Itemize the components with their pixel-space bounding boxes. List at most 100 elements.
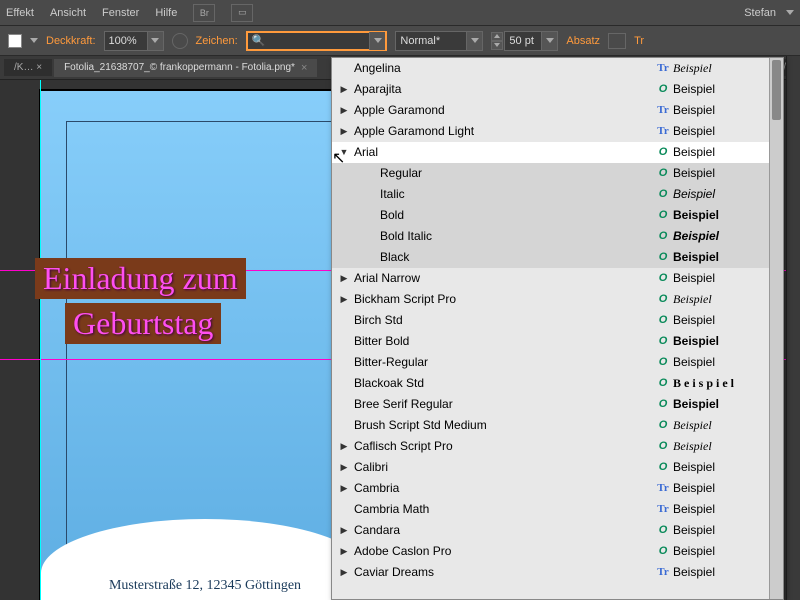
font-size-stepper[interactable] — [491, 31, 558, 51]
font-style-input[interactable] — [396, 35, 466, 47]
font-option[interactable]: BlackOBeispiel — [332, 247, 783, 268]
font-search-input[interactable] — [269, 35, 369, 47]
font-option[interactable]: ▶Apple Garamond LightTrBeispiel — [332, 121, 783, 142]
font-option[interactable]: ▶CandaraOBeispiel — [332, 520, 783, 541]
font-name-label: Adobe Caslon Pro — [352, 544, 653, 558]
font-dropdown-list[interactable]: AngelinaTrBeispiel▶AparajitaOBeispiel▶Ap… — [331, 57, 784, 600]
font-sample: Beispiel — [673, 439, 783, 454]
font-option[interactable]: Cambria MathTrBeispiel — [332, 499, 783, 520]
transform-label[interactable]: Tr — [634, 35, 644, 47]
paragraph-label[interactable]: Absatz — [566, 35, 600, 47]
frame-rect — [66, 121, 344, 584]
menu-effekt[interactable]: Effekt — [6, 7, 34, 19]
font-sample: Beispiel — [673, 502, 783, 516]
font-name-label: Bitter-Regular — [352, 355, 653, 369]
font-option[interactable]: ▶Adobe Caslon ProOBeispiel — [332, 541, 783, 562]
font-name-label: Apple Garamond Light — [352, 124, 653, 138]
close-icon[interactable]: × — [301, 62, 307, 74]
font-name-label: Arial Narrow — [352, 271, 653, 285]
font-sample: Beispiel — [673, 61, 783, 76]
font-option[interactable]: RegularOBeispiel — [332, 163, 783, 184]
font-sample: Beispiel — [673, 565, 783, 579]
bridge-icon[interactable]: Br — [193, 4, 215, 22]
font-option[interactable]: Bold ItalicOBeispiel — [332, 226, 783, 247]
truetype-icon: Tr — [653, 62, 673, 74]
font-option[interactable]: ItalicOBeispiel — [332, 184, 783, 205]
style-dropdown-button[interactable] — [466, 32, 482, 50]
font-name-label: Apple Garamond — [352, 103, 653, 117]
font-size-input[interactable] — [505, 35, 541, 47]
menu-ansicht[interactable]: Ansicht — [50, 7, 86, 19]
opacity-combo[interactable] — [104, 31, 164, 51]
panel-icon[interactable] — [608, 33, 626, 49]
font-option[interactable]: Bitter BoldOBeispiel — [332, 331, 783, 352]
user-menu[interactable]: Stefan — [744, 7, 776, 19]
font-name-label: Italic — [352, 187, 653, 201]
fill-swatch[interactable] — [8, 34, 22, 48]
font-family-combo[interactable]: 🔍 — [246, 31, 388, 51]
expand-arrow-icon: ▶ — [336, 294, 352, 305]
opentype-icon: O — [653, 335, 673, 347]
font-sample: Beispiel — [673, 145, 783, 159]
font-dropdown-button[interactable] — [369, 32, 385, 50]
font-sample: Beispiel — [673, 544, 783, 558]
expand-arrow-icon: ▶ — [336, 273, 352, 284]
font-option[interactable]: ▶CalibriOBeispiel — [332, 457, 783, 478]
font-name-label: Aparajita — [352, 82, 653, 96]
font-sample: Beispiel — [673, 250, 783, 264]
font-option[interactable]: ▶CambriaTrBeispiel — [332, 478, 783, 499]
truetype-icon: Tr — [653, 125, 673, 137]
font-sample: Beispiel — [673, 376, 783, 391]
opacity-dropdown-button[interactable] — [147, 32, 163, 50]
control-bar: Deckkraft: Zeichen: 🔍 Absatz Tr — [0, 26, 800, 56]
font-option[interactable]: ▶Arial NarrowOBeispiel — [332, 268, 783, 289]
opacity-label: Deckkraft: — [46, 35, 96, 47]
font-sample: Beispiel — [673, 271, 783, 285]
font-option[interactable]: Blackoak StdOBeispiel — [332, 373, 783, 394]
font-option[interactable]: Birch StdOBeispiel — [332, 310, 783, 331]
font-name-label: Candara — [352, 523, 653, 537]
font-name-label: Cambria Math — [352, 502, 653, 516]
headline-text[interactable]: Einladung zum Geburtstag — [35, 258, 246, 348]
font-sample: Beispiel — [673, 523, 783, 537]
headline-line2: Geburtstag — [65, 303, 221, 344]
opacity-input[interactable] — [105, 35, 147, 47]
target-icon[interactable] — [172, 33, 188, 49]
font-option[interactable]: Brush Script Std MediumOBeispiel — [332, 415, 783, 436]
scrollbar-thumb[interactable] — [772, 60, 781, 120]
font-option[interactable]: ▶Caviar DreamsTrBeispiel — [332, 562, 783, 583]
font-option[interactable]: AngelinaTrBeispiel — [332, 58, 783, 79]
headline-line1: Einladung zum — [35, 258, 246, 299]
chevron-down-icon[interactable] — [30, 38, 38, 43]
font-name-label: Angelina — [352, 61, 653, 75]
truetype-icon: Tr — [653, 482, 673, 494]
expand-arrow-icon: ▶ — [336, 462, 352, 473]
font-option[interactable]: ▶Caflisch Script ProOBeispiel — [332, 436, 783, 457]
font-option[interactable]: ▼ArialOBeispiel — [332, 142, 783, 163]
font-option[interactable]: BoldOBeispiel — [332, 205, 783, 226]
font-option[interactable]: ▶Bickham Script ProOBeispiel — [332, 289, 783, 310]
font-sample: Beispiel — [673, 166, 783, 180]
menu-fenster[interactable]: Fenster — [102, 7, 139, 19]
font-name-label: Cambria — [352, 481, 653, 495]
font-style-combo[interactable] — [395, 31, 483, 51]
font-option[interactable]: Bree Serif RegularOBeispiel — [332, 394, 783, 415]
font-option[interactable]: ▶Apple GaramondTrBeispiel — [332, 100, 783, 121]
font-option[interactable]: ▶AparajitaOBeispiel — [332, 79, 783, 100]
font-option[interactable]: Bitter-RegularOBeispiel — [332, 352, 783, 373]
search-icon: 🔍 — [248, 34, 270, 47]
font-name-label: Regular — [352, 166, 653, 180]
tab-doc1[interactable]: /K… × — [4, 59, 52, 76]
menu-hilfe[interactable]: Hilfe — [155, 7, 177, 19]
tab-doc2[interactable]: Fotolia_21638707_© frankoppermann - Foto… — [54, 59, 317, 77]
expand-arrow-icon: ▶ — [336, 483, 352, 494]
font-name-label: Caflisch Script Pro — [352, 439, 653, 453]
scrollbar[interactable] — [769, 58, 783, 599]
expand-arrow-icon: ▼ — [336, 147, 352, 157]
opentype-icon: O — [653, 251, 673, 263]
font-sample: Beispiel — [673, 82, 783, 96]
font-name-label: Brush Script Std Medium — [352, 418, 653, 432]
opentype-icon: O — [653, 188, 673, 200]
arrange-icon[interactable]: ▭ — [231, 4, 253, 22]
opentype-icon: O — [653, 209, 673, 221]
